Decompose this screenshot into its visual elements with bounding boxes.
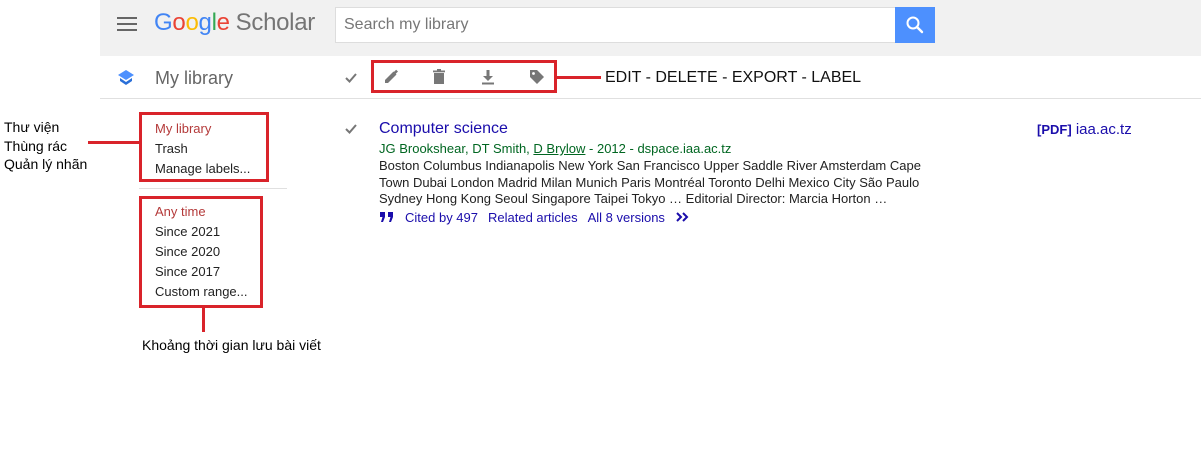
hamburger-menu-icon[interactable]	[117, 16, 137, 32]
pdf-tag: [PDF]	[1037, 122, 1072, 137]
time-filter-since-2020[interactable]: Since 2020	[155, 244, 220, 259]
author-link[interactable]: JG Brookshear	[379, 141, 465, 156]
all-versions-link[interactable]: All 8 versions	[588, 210, 665, 225]
pdf-link[interactable]: [PDF] iaa.ac.tz	[1037, 121, 1132, 138]
author-link[interactable]: DT Smith	[472, 141, 526, 156]
library-icon	[118, 70, 134, 85]
result-checkbox[interactable]	[344, 122, 358, 136]
export-icon[interactable]	[479, 68, 497, 86]
time-filter-any-time[interactable]: Any time	[155, 204, 206, 219]
time-filter-since-2021[interactable]: Since 2021	[155, 224, 220, 239]
toolbar-annotation-text: EDIT - DELETE - EXPORT - LABEL	[605, 69, 862, 86]
search-icon	[906, 16, 924, 34]
sidebar-item-manage-labels[interactable]: Manage labels...	[155, 161, 250, 176]
left-annotation-line	[88, 141, 140, 144]
sidebar-divider	[139, 188, 287, 189]
delete-icon[interactable]	[430, 68, 448, 86]
result-title[interactable]: Computer science	[379, 120, 508, 138]
label-icon[interactable]	[528, 68, 546, 86]
annotation-line-trash: Thùng rác	[4, 137, 68, 154]
edit-icon[interactable]	[382, 68, 400, 86]
search-box	[335, 7, 895, 43]
annotation-line-library: Thư viện	[4, 119, 60, 135]
search-input[interactable]	[336, 8, 892, 42]
time-annotation-text: Khoảng thời gian lưu bài viết	[142, 337, 321, 353]
author-link[interactable]: D Brylow	[533, 141, 585, 156]
result-links: Cited by 497 Related articles All 8 versio…	[379, 210, 691, 225]
related-articles-link[interactable]: Related articles	[488, 210, 578, 225]
logo-google-text: Google	[154, 9, 230, 36]
more-chevron-icon[interactable]	[675, 211, 691, 223]
cite-quote-icon[interactable]	[379, 211, 395, 223]
sidebar-item-trash[interactable]: Trash	[155, 141, 188, 156]
result-authors: JG Brookshear, DT Smith, D Brylow - 2012…	[379, 141, 732, 156]
google-scholar-logo[interactable]: Google Scholar	[154, 9, 315, 37]
time-filter-custom-range[interactable]: Custom range...	[155, 284, 248, 299]
search-button[interactable]	[895, 7, 935, 43]
time-annotation-line	[202, 308, 205, 332]
pdf-domain: iaa.ac.tz	[1075, 121, 1132, 138]
left-annotation: Thư viện Thùng rác Quản lý nhãn	[4, 118, 87, 174]
toolbar-annotation-line	[557, 76, 601, 79]
result-snippet: Boston Columbus Indianapolis New York Sa…	[379, 158, 921, 206]
logo-scholar-text: Scholar	[235, 9, 316, 36]
sidebar-item-my-library[interactable]: My library	[155, 121, 211, 136]
time-filter-since-2017[interactable]: Since 2017	[155, 264, 220, 279]
cited-by-link[interactable]: Cited by 497	[405, 210, 478, 225]
annotation-line-labels: Quản lý nhãn	[4, 156, 88, 172]
result-year-source: - 2012 - dspace.iaa.ac.tz	[585, 141, 732, 156]
select-all-checkbox[interactable]	[344, 71, 358, 85]
my-library-title: My library	[155, 68, 234, 88]
